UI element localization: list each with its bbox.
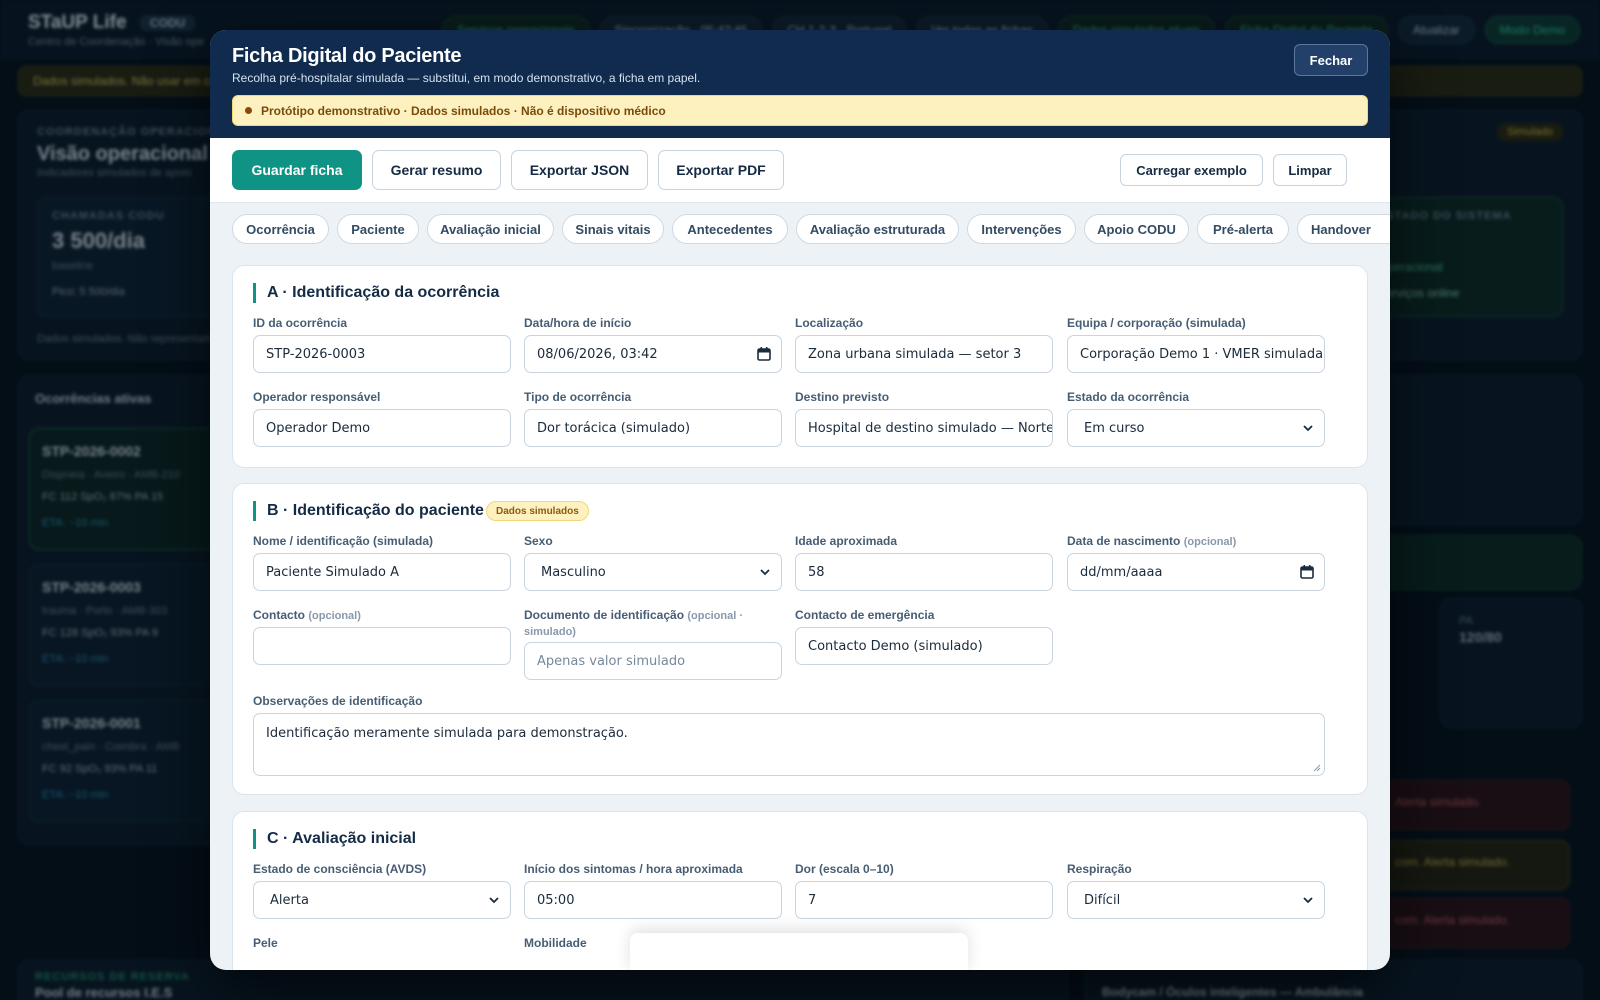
optional-hint: (opcional · [687,610,743,622]
contact-label: Contacto (opcional) [253,608,361,622]
id-document-input[interactable]: Apenas valor simulado [524,642,782,680]
optional-hint: (opcional) [308,610,361,622]
calendar-icon[interactable] [1300,565,1314,579]
contact-input[interactable] [253,627,511,665]
age-label: Idade aproximada [795,534,898,548]
optional-hint: simulado) [524,626,576,638]
section-paciente: B · Identificação do paciente Dados simu… [232,483,1368,795]
tab-intervencoes[interactable]: Intervenções [967,214,1076,244]
state-value: Em curso [1084,420,1145,436]
id-document-label-text: Documento de identificação [524,608,685,622]
pain-scale-label: Dor (escala 0–10) [795,862,894,876]
patient-name-label: Nome / identificação (simulada) [253,534,434,548]
banner-text: Protótipo demonstrativo · Dados simulado… [261,103,666,118]
tab-handover[interactable]: Handover [1297,214,1390,244]
sex-label: Sexo [524,534,553,548]
tab-sinais-vitais[interactable]: Sinais vitais [562,214,664,244]
section-title: A · Identificação da ocorrência [253,283,499,303]
tab-ocorrencia[interactable]: Ocorrência [232,214,329,244]
contact-label-text: Contacto [253,608,305,622]
generate-summary-button[interactable]: Gerar resumo [372,150,501,190]
id-notes-label: Observações de identificação [253,694,423,708]
patient-form-modal: Ficha Digital do Paciente Recolha pré-ho… [210,30,1390,970]
save-form-button[interactable]: Guardar ficha [232,150,362,190]
modal-header: Ficha Digital do Paciente Recolha pré-ho… [210,30,1390,138]
occurrence-type-input[interactable]: Dor torácica (simulado) [524,409,782,447]
destination-input[interactable]: Hospital de destino simulado — Norte [795,409,1053,447]
occurrence-state-label: Estado da ocorrência [1067,390,1190,404]
clear-button[interactable]: Limpar [1273,154,1347,186]
chevron-down-icon [760,569,770,576]
section-title: B · Identificação do paciente [253,501,484,521]
location-input[interactable]: Zona urbana simulada — setor 3 [795,335,1053,373]
notes-value: Identificação meramente simulada para de… [266,726,628,741]
floating-panel [630,933,968,970]
occurrence-state-select[interactable]: Em curso [1067,409,1325,447]
export-pdf-button[interactable]: Exportar PDF [658,150,784,190]
tab-avaliacao-estruturada[interactable]: Avaliação estruturada [796,214,959,244]
tab-apoio-codu[interactable]: Apoio CODU [1084,214,1189,244]
section-title: C · Avaliação inicial [253,829,416,849]
dob-label: Data de nascimento (opcional) [1067,534,1236,548]
destination-label: Destino previsto [795,390,890,404]
skin-label: Pele [253,936,278,950]
chevron-down-icon [1303,897,1313,904]
tab-pre-alerta[interactable]: Pré-alerta [1197,214,1289,244]
symptom-onset-input[interactable]: 05:00 [524,881,782,919]
modal-title: Ficha Digital do Paciente [232,45,462,67]
load-example-button[interactable]: Carregar exemplo [1120,154,1263,186]
calendar-icon[interactable] [757,347,771,361]
modal-toolbar: Guardar ficha Gerar resumo Exportar JSON… [210,138,1390,203]
simulated-data-badge: Dados simulados [486,501,589,521]
operator-label: Operador responsável [253,390,381,404]
export-json-button[interactable]: Exportar JSON [511,150,648,190]
emergency-contact-label: Contacto de emergência [795,608,935,622]
team-input[interactable]: Corporação Demo 1 · VMER simulada [1067,335,1325,373]
occurrence-type-label: Tipo de ocorrência [524,390,632,404]
prototype-banner: Protótipo demonstrativo · Dados simulado… [232,95,1368,126]
tab-paciente[interactable]: Paciente [337,214,419,244]
mobility-label: Mobilidade [524,936,587,950]
modal-subtitle: Recolha pré-hospitalar simulada — substi… [232,71,701,85]
section-tabs: Ocorrência Paciente Avaliação inicial Si… [210,203,1390,255]
breathing-label: Respiração [1067,862,1132,876]
warning-dot-icon [245,107,252,114]
dob-input[interactable]: dd/mm/aaaa [1067,553,1325,591]
consciousness-select[interactable]: Alerta [253,881,511,919]
section-ocorrencia: A · Identificação da ocorrência ID da oc… [232,265,1368,468]
close-button[interactable]: Fechar [1294,44,1368,76]
consciousness-label: Estado de consciência (AVDS) [253,862,427,876]
id-document-label: Documento de identificação (opcional · s… [524,608,782,640]
consciousness-value: Alerta [270,892,309,908]
sex-select[interactable]: Masculino [524,553,782,591]
start-datetime-input[interactable]: 08/06/2026, 03:42 [524,335,782,373]
patient-name-input[interactable]: Paciente Simulado A [253,553,511,591]
tab-avaliacao-inicial[interactable]: Avaliação inicial [427,214,554,244]
resize-grip-icon[interactable] [1313,764,1321,772]
sex-value: Masculino [541,564,606,580]
dob-label-text: Data de nascimento [1067,534,1181,548]
age-input[interactable]: 58 [795,553,1053,591]
tab-antecedentes[interactable]: Antecedentes [672,214,788,244]
id-notes-textarea[interactable]: Identificação meramente simulada para de… [253,713,1325,776]
dob-value: dd/mm/aaaa [1080,564,1163,580]
chevron-down-icon [489,897,499,904]
emergency-contact-input[interactable]: Contacto Demo (simulado) [795,627,1053,665]
pain-scale-input[interactable]: 7 [795,881,1053,919]
datetime-value: 08/06/2026, 03:42 [537,346,658,362]
optional-hint: (opcional) [1183,536,1237,548]
breathing-select[interactable]: Difícil [1067,881,1325,919]
start-datetime-label: Data/hora de início [524,316,632,330]
occurrence-id-input[interactable]: STP-2026-0003 [253,335,511,373]
chevron-down-icon [1303,425,1313,432]
breathing-value: Difícil [1084,892,1121,908]
occurrence-id-label: ID da ocorrência [253,316,348,330]
team-label: Equipa / corporação (simulada) [1067,316,1246,330]
location-label: Localização [795,316,864,330]
symptom-onset-label: Início dos sintomas / hora aproximada [524,862,743,876]
operator-input[interactable]: Operador Demo [253,409,511,447]
form-body: A · Identificação da ocorrência ID da oc… [210,255,1390,970]
